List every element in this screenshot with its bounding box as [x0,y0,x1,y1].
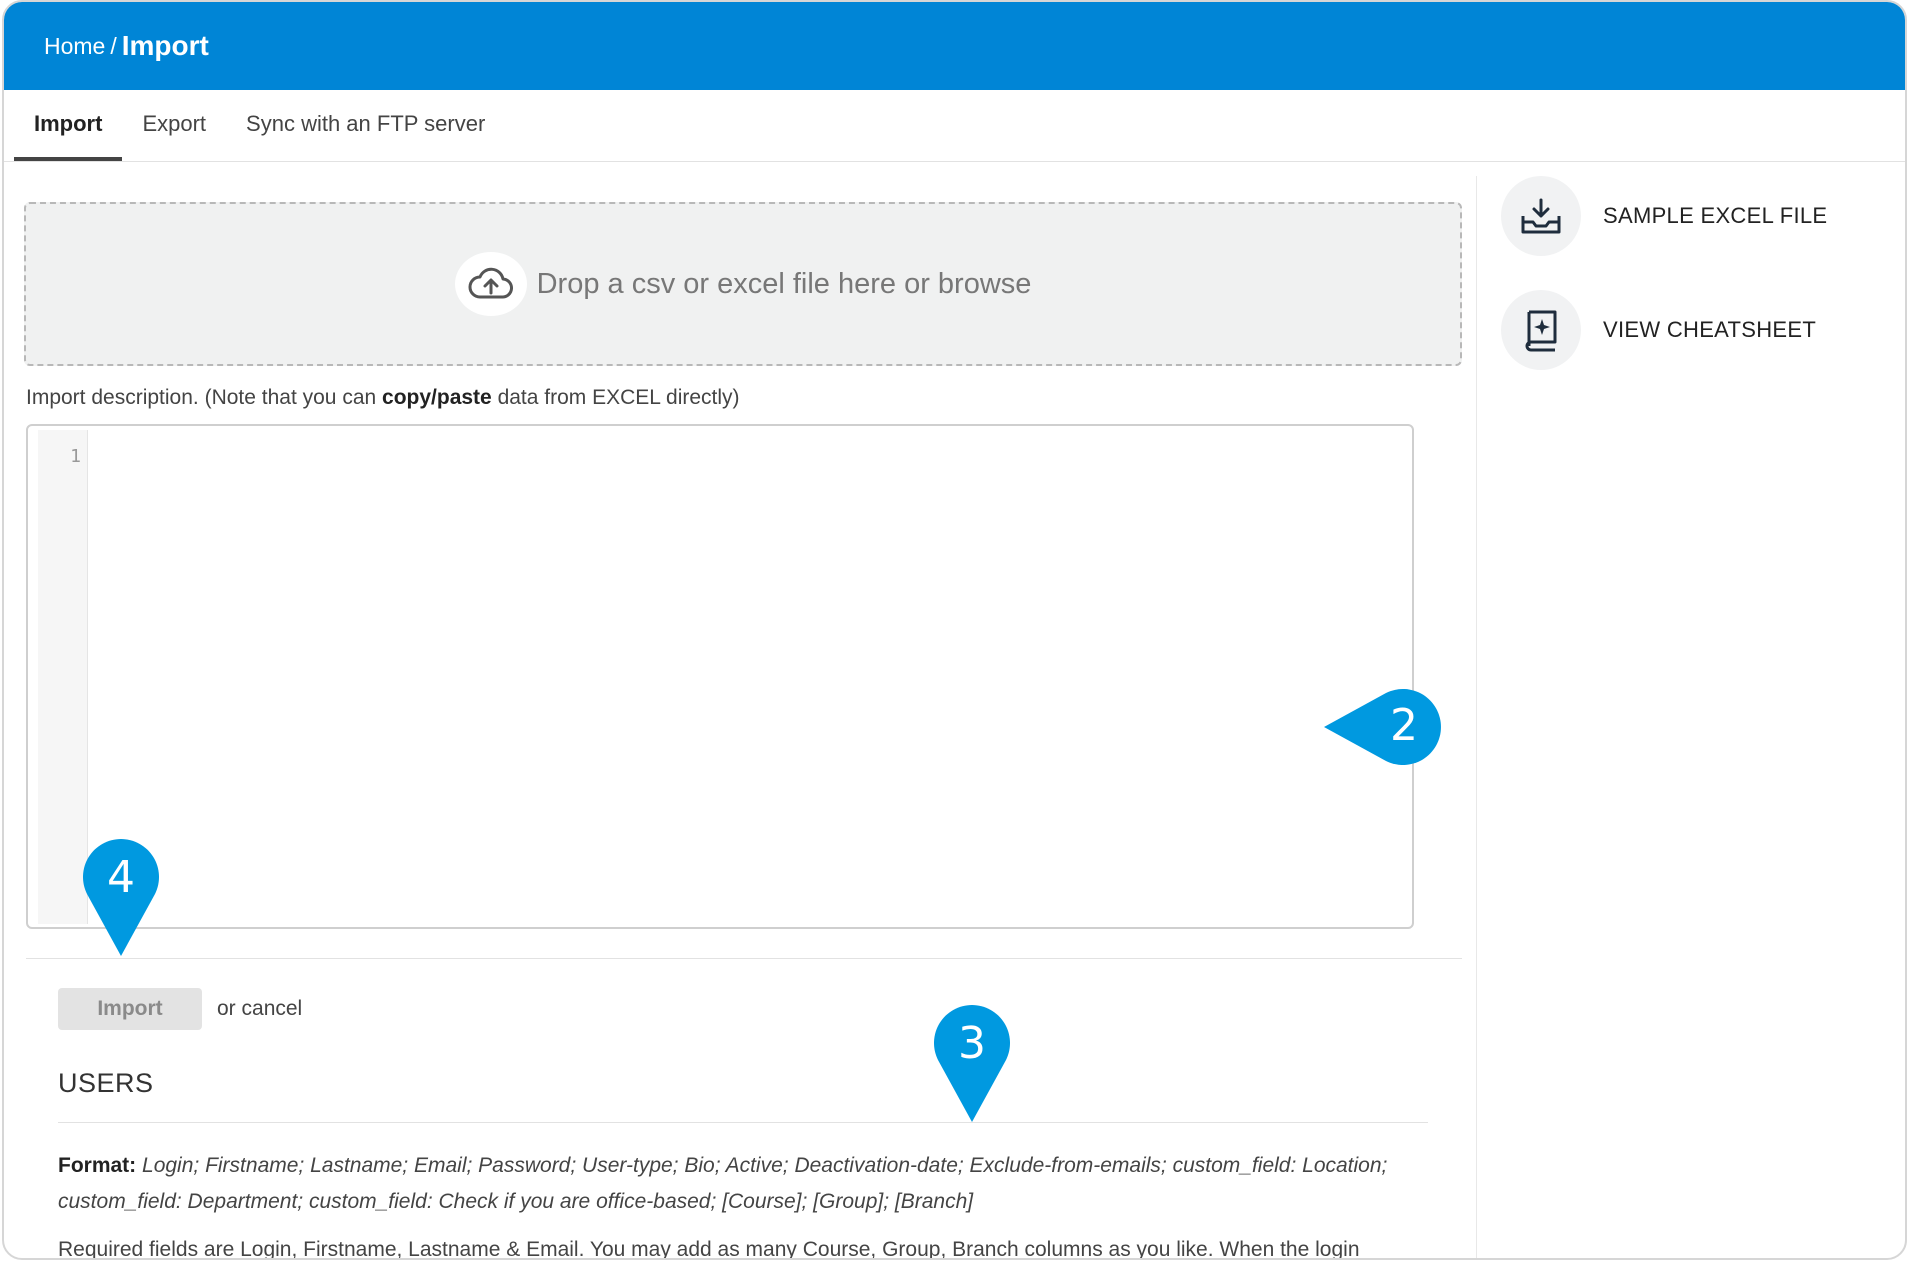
view-cheatsheet-label: VIEW CHEATSHEET [1603,317,1817,342]
callout-marker-3: 3 [932,1004,1012,1124]
tab-sync-ftp[interactable]: Sync with an FTP server [226,90,505,161]
tab-bar: Import Export Sync with an FTP server [4,90,1905,162]
page-header: Home / Import [4,2,1905,90]
callout-marker-4: 4 [81,838,161,958]
tab-import[interactable]: Import [14,90,123,161]
dropzone-text: Drop a csv or excel file here or browse [536,267,1032,300]
section-divider [58,1122,1428,1123]
app-window: Home / Import Import Export Sync with an… [2,0,1907,1260]
breadcrumb-current: Import [121,30,209,61]
marker-4-number: 4 [107,852,135,903]
import-editor: 1 [26,424,1414,929]
description-bold: copy/paste [382,386,492,409]
cloud-upload-icon [454,252,527,316]
view-cheatsheet-link[interactable]: VIEW CHEATSHEET [1501,290,1905,370]
breadcrumb-separator: / [110,32,117,59]
users-format: Format: Login; Firstname; Lastname; Emai… [58,1148,1438,1220]
format-value: Login; Firstname; Lastname; Email; Passw… [58,1154,1388,1213]
cancel-link[interactable]: cancel [242,997,303,1020]
description-suffix: data from EXCEL directly) [491,386,740,409]
cancel-text: or cancel [217,997,302,1021]
description-prefix: Import description. (Note that you can [26,386,383,409]
sidebar: SAMPLE EXCEL FILE VIEW CHEATSHEET [1476,176,1905,1258]
marker-3-number: 3 [958,1018,986,1069]
import-actions: Import or cancel [58,988,302,1030]
import-textarea[interactable] [94,430,1404,924]
sample-excel-file-link[interactable]: SAMPLE EXCEL FILE [1501,176,1905,256]
download-tray-icon [1501,176,1581,256]
divider [26,958,1462,959]
tab-export[interactable]: Export [122,90,226,161]
import-main: Drop a csv or excel file here or browse … [4,162,1476,1260]
cancel-prefix: or [217,997,242,1020]
marker-2-number: 2 [1390,700,1418,751]
breadcrumb-home-link[interactable]: Home [44,33,105,60]
users-section-title: USERS [58,1068,154,1098]
sample-excel-file-label: SAMPLE EXCEL FILE [1603,203,1828,228]
import-description-label: Import description. (Note that you can c… [26,386,740,410]
book-sparkle-icon [1501,290,1581,370]
callout-marker-2: 2 [1324,688,1444,766]
file-dropzone[interactable]: Drop a csv or excel file here or browse [24,202,1462,366]
import-button[interactable]: Import [58,988,202,1030]
required-fields-text: Required fields are Login, Firstname, La… [58,1238,1360,1260]
format-label: Format: [58,1154,137,1177]
line-number: 1 [70,446,81,467]
